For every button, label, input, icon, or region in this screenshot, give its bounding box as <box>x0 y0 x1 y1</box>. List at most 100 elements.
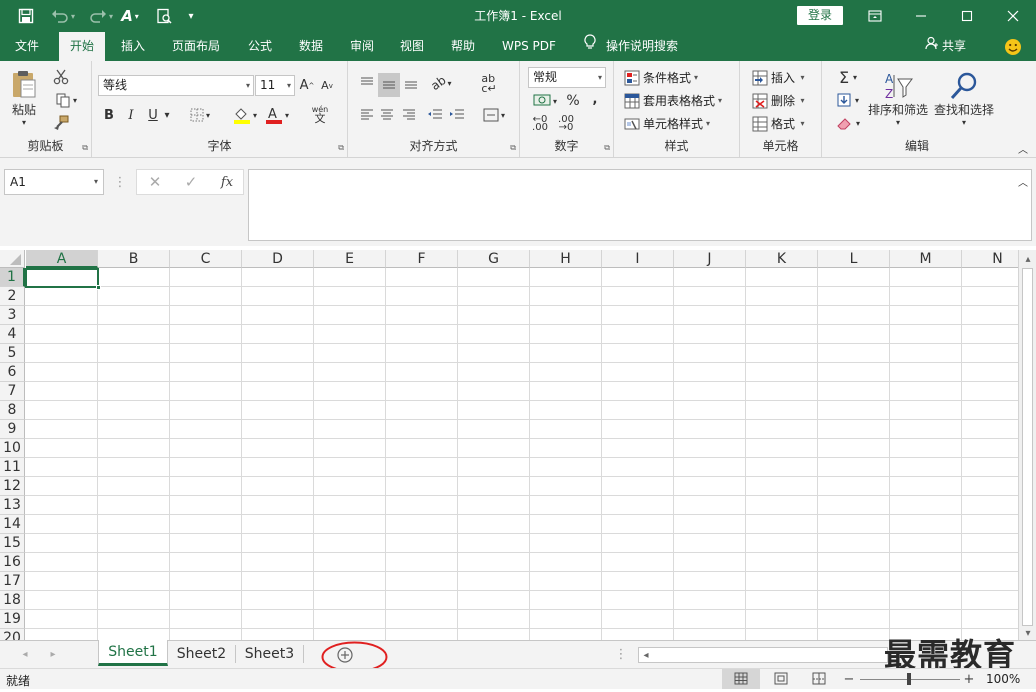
row-header-15[interactable]: 15 <box>0 534 25 553</box>
clipboard-launcher-icon[interactable]: ⧉ <box>82 143 88 153</box>
confirm-entry-icon[interactable]: ✓ <box>181 172 201 192</box>
paste-button[interactable]: 粘贴 ▾ <box>6 67 42 129</box>
scroll-left-icon[interactable]: ◂ <box>640 648 652 662</box>
column-header-l[interactable]: L <box>818 250 890 268</box>
column-header-j[interactable]: J <box>674 250 746 268</box>
sheet-tab-sheet2[interactable]: Sheet2 <box>168 645 236 663</box>
tab-data[interactable]: 数据 <box>288 32 334 61</box>
fill-color-icon[interactable]: ▾ <box>230 105 260 125</box>
minimize-icon[interactable] <box>898 0 944 32</box>
decrease-font-size-icon[interactable]: Av <box>318 75 336 96</box>
column-header-n[interactable]: N <box>962 250 1018 268</box>
format-as-table-button[interactable]: 套用表格格式 ▾ <box>624 90 722 111</box>
page-break-view-button[interactable] <box>808 669 830 689</box>
zoom-level[interactable]: 100% <box>986 672 1020 686</box>
row-header-17[interactable]: 17 <box>0 572 25 591</box>
insert-cells-button[interactable]: 插入 ▾ <box>752 67 805 88</box>
row-header-5[interactable]: 5 <box>0 344 25 363</box>
column-header-d[interactable]: D <box>242 250 314 268</box>
print-preview-icon[interactable] <box>150 6 178 26</box>
tell-me-search[interactable]: 操作说明搜索 <box>578 32 689 61</box>
column-header-b[interactable]: B <box>98 250 170 268</box>
name-box[interactable]: A1 ▾ <box>4 169 104 195</box>
row-header-18[interactable]: 18 <box>0 591 25 610</box>
zoom-slider-thumb[interactable] <box>907 673 911 685</box>
find-select-button[interactable]: 查找和选择 ▾ <box>932 67 996 131</box>
undo-icon[interactable]: ▾ <box>46 6 80 26</box>
format-painter-icon[interactable] <box>50 113 72 133</box>
borders-icon[interactable]: ▾ <box>186 105 214 125</box>
tab-split-handle[interactable]: ⋮ <box>615 645 628 663</box>
fill-icon[interactable]: ▾ <box>832 90 864 110</box>
next-sheet-icon[interactable]: ▸ <box>46 645 60 663</box>
accounting-format-icon[interactable]: ▾ <box>528 91 562 111</box>
smiley-feedback-icon[interactable] <box>1004 38 1022 56</box>
italic-button[interactable]: I <box>122 105 140 125</box>
alignment-launcher-icon[interactable]: ⧉ <box>510 143 516 153</box>
row-header-19[interactable]: 19 <box>0 610 25 629</box>
sheet-tab-sheet1[interactable]: Sheet1 <box>98 640 168 666</box>
normal-view-button[interactable] <box>722 669 760 689</box>
row-header-6[interactable]: 6 <box>0 363 25 382</box>
column-header-h[interactable]: H <box>530 250 602 268</box>
row-header-12[interactable]: 12 <box>0 477 25 496</box>
prev-sheet-icon[interactable]: ◂ <box>18 645 32 663</box>
comma-style-icon[interactable]: , <box>588 89 602 109</box>
active-cell-a1[interactable] <box>25 268 99 288</box>
increase-font-size-icon[interactable]: A ^ <box>298 75 316 96</box>
bold-button[interactable]: B <box>100 105 118 125</box>
format-cells-button[interactable]: 格式 ▾ <box>752 113 805 134</box>
wrap-text-icon[interactable]: ab c↵ <box>478 73 500 95</box>
row-header-11[interactable]: 11 <box>0 458 25 477</box>
worksheet-grid[interactable]: ABCDEFGHIJKLMN 1 2 3 4 5 6 7 8 9 10 11 12 13 14 15 16 17… <box>0 250 1018 640</box>
row-header-2[interactable]: 2 <box>0 287 25 306</box>
row-header-1[interactable]: 1 <box>0 268 25 287</box>
login-button[interactable]: 登录 <box>797 6 843 25</box>
number-format-dropdown[interactable]: 常规 ▾ <box>528 67 606 88</box>
sheet-tab-sheet3[interactable]: Sheet3 <box>236 645 304 663</box>
conditional-formatting-button[interactable]: 条件格式 ▾ <box>624 67 698 88</box>
align-center-icon[interactable] <box>378 105 396 125</box>
tab-review[interactable]: 审阅 <box>339 32 385 61</box>
percent-style-icon[interactable]: % <box>564 91 582 111</box>
row-header-4[interactable]: 4 <box>0 325 25 344</box>
bottom-align-icon[interactable] <box>402 73 420 93</box>
increase-indent-icon[interactable] <box>448 105 466 125</box>
font-name-dropdown[interactable]: 等线 ▾ <box>98 75 254 96</box>
row-header-13[interactable]: 13 <box>0 496 25 515</box>
share-button[interactable]: 共享 <box>914 32 977 61</box>
column-header-e[interactable]: E <box>314 250 386 268</box>
row-header-20[interactable]: 20 <box>0 629 25 640</box>
column-header-g[interactable]: G <box>458 250 530 268</box>
sort-filter-button[interactable]: AZ 排序和筛选 ▾ <box>866 67 930 131</box>
align-left-icon[interactable] <box>358 105 376 125</box>
top-align-icon[interactable] <box>358 73 376 93</box>
tab-home[interactable]: 开始 <box>59 32 106 61</box>
row-header-7[interactable]: 7 <box>0 382 25 401</box>
zoom-out-icon[interactable]: − <box>842 670 856 688</box>
horizontal-scrollbar[interactable]: ◂ <box>638 647 888 663</box>
column-header-i[interactable]: I <box>602 250 674 268</box>
phonetic-guide-icon[interactable]: wén 文 <box>304 103 336 125</box>
column-header-c[interactable]: C <box>170 250 242 268</box>
decrease-indent-icon[interactable] <box>426 105 444 125</box>
scroll-down-icon[interactable]: ▾ <box>1021 627 1035 639</box>
underline-button[interactable]: U <box>144 105 162 125</box>
middle-align-icon[interactable] <box>378 73 400 97</box>
zoom-in-icon[interactable]: + <box>962 670 976 688</box>
collapse-ribbon-icon[interactable]: ︿ <box>1016 141 1030 156</box>
font-size-dropdown[interactable]: 11 ▾ <box>255 75 295 96</box>
save-icon[interactable] <box>14 6 38 26</box>
font-color-icon[interactable]: A ▾ <box>262 105 292 125</box>
align-right-icon[interactable] <box>400 105 418 125</box>
customize-quick-access-icon[interactable]: ▾ <box>182 6 200 26</box>
orientation-icon[interactable]: ab ▾ <box>426 73 456 93</box>
delete-cells-button[interactable]: 删除 ▾ <box>752 90 805 111</box>
vertical-scrollbar[interactable]: ▴ ▾ <box>1018 250 1036 640</box>
tab-insert[interactable]: 插入 <box>110 32 156 61</box>
vertical-scroll-thumb[interactable] <box>1022 268 1033 626</box>
copy-icon[interactable]: ▾ <box>50 90 82 110</box>
row-header-3[interactable]: 3 <box>0 306 25 325</box>
column-header-m[interactable]: M <box>890 250 962 268</box>
fill-handle[interactable] <box>96 285 101 290</box>
